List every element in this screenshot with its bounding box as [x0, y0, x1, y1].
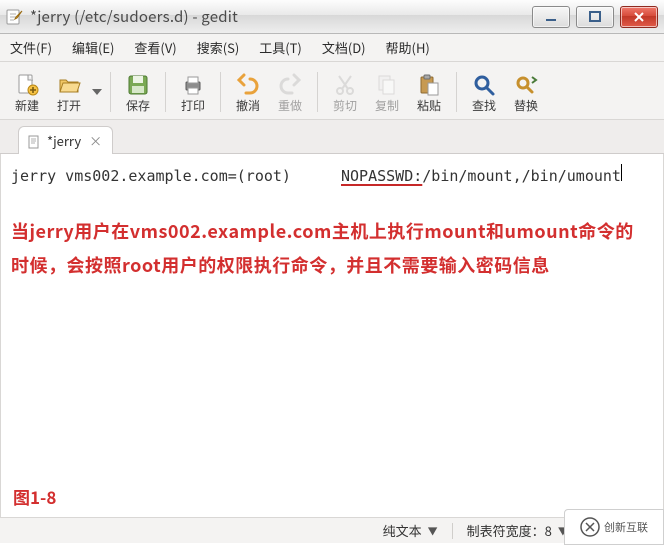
nopasswd-keyword: NOPASSWD: [341, 166, 422, 186]
open-dropdown[interactable] [90, 66, 104, 118]
paste-button[interactable]: 粘贴 [408, 66, 450, 118]
minimize-button[interactable] [532, 6, 570, 28]
copy-button: 复制 [366, 66, 408, 118]
chevron-down-icon: ▼ [428, 523, 438, 538]
figure-label: 图1-8 [13, 486, 56, 509]
gedit-app-icon [6, 8, 24, 26]
code-line: jerry vms002.example.com=(root) NOPASSWD… [11, 164, 651, 186]
save-icon [125, 72, 151, 98]
paste-icon [416, 72, 442, 98]
tab-jerry[interactable]: *jerry × [18, 126, 113, 154]
redo-button: 重做 [269, 66, 311, 118]
toolbar-separator [317, 72, 318, 112]
print-button[interactable]: 打印 [172, 66, 214, 118]
menu-search[interactable]: 搜索(S) [193, 36, 244, 59]
tab-close-icon[interactable]: × [87, 134, 104, 147]
maximize-button[interactable] [576, 6, 614, 28]
open-folder-icon [56, 72, 82, 98]
text-cursor [621, 164, 622, 181]
cut-button: 剪切 [324, 66, 366, 118]
find-button[interactable]: 查找 [463, 66, 505, 118]
toolbar-separator [456, 72, 457, 112]
text-file-icon [27, 134, 41, 148]
language-selector[interactable]: 纯文本 ▼ [373, 521, 448, 540]
menubar: 文件(F) 编辑(E) 查看(V) 搜索(S) 工具(T) 文档(D) 帮助(H… [0, 34, 664, 62]
replace-button[interactable]: 替换 [505, 66, 547, 118]
sudoers-commands: /bin/mount,/bin/umount [422, 166, 621, 186]
window-title: *jerry (/etc/sudoers.d) - gedit [30, 6, 526, 27]
toolbar-separator [165, 72, 166, 112]
menu-view[interactable]: 查看(V) [130, 36, 180, 59]
print-icon [180, 72, 206, 98]
statusbar-divider [452, 523, 453, 539]
annotation-text: 当jerry用户在vms002.example.com主机上执行mount和um… [11, 214, 651, 282]
undo-icon [235, 72, 261, 98]
search-icon [471, 72, 497, 98]
menu-file[interactable]: 文件(F) [6, 36, 56, 59]
toolbar-separator [110, 72, 111, 112]
menu-help[interactable]: 帮助(H) [382, 36, 434, 59]
watermark: 创新互联 [564, 509, 664, 545]
redo-icon [277, 72, 303, 98]
sudoers-rule-target: jerry vms002.example.com=(root) [11, 166, 341, 186]
toolbar: 新建 打开 保存 打印 撤消 重做 [0, 62, 664, 120]
toolbar-separator [220, 72, 221, 112]
menu-doc[interactable]: 文档(D) [318, 36, 370, 59]
editor-area[interactable]: jerry vms002.example.com=(root) NOPASSWD… [0, 154, 664, 517]
close-button[interactable] [620, 6, 658, 28]
open-button[interactable]: 打开 [48, 66, 90, 118]
tabwidth-selector[interactable]: 制表符宽度：8 ▼ [457, 521, 578, 540]
save-button[interactable]: 保存 [117, 66, 159, 118]
watermark-logo-icon [580, 517, 600, 537]
menu-edit[interactable]: 编辑(E) [68, 36, 118, 59]
cut-icon [332, 72, 358, 98]
replace-icon [513, 72, 539, 98]
copy-icon [374, 72, 400, 98]
new-file-icon [14, 72, 40, 98]
undo-button[interactable]: 撤消 [227, 66, 269, 118]
tab-label: *jerry [47, 131, 81, 150]
menu-tools[interactable]: 工具(T) [255, 36, 306, 59]
new-button[interactable]: 新建 [6, 66, 48, 118]
